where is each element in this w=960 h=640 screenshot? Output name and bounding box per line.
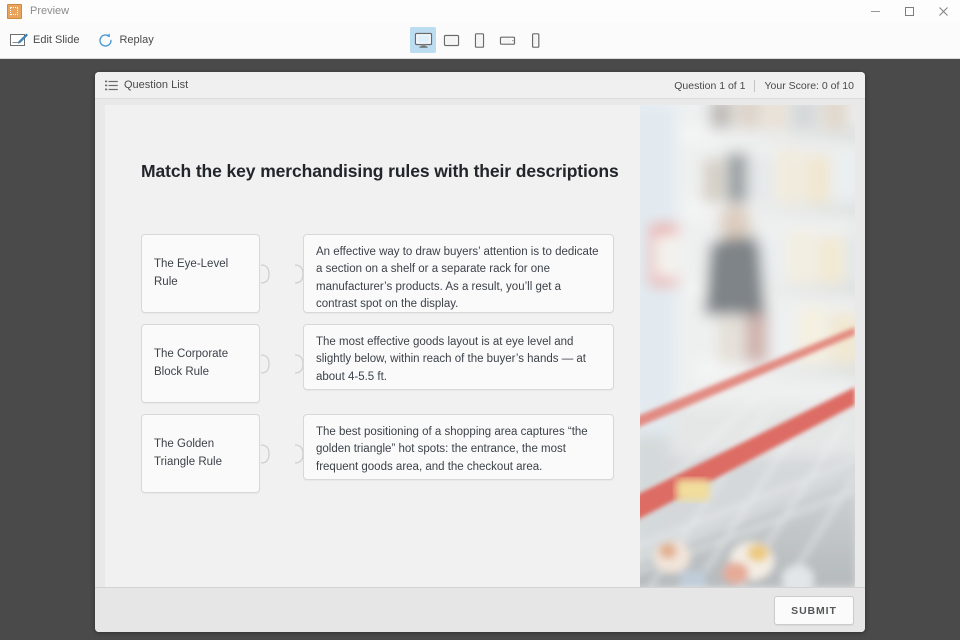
- header-separator: [754, 80, 755, 92]
- preview-stage: Question List Question 1 of 1 Your Score…: [0, 59, 960, 640]
- description-card[interactable]: The most effective goods layout is at ey…: [303, 324, 614, 390]
- term-label: The Corporate Block Rule: [154, 346, 247, 381]
- player-footer: SUBMIT: [95, 587, 865, 632]
- device-tablet-landscape-button[interactable]: [438, 27, 464, 53]
- score-label: Your Score: 0 of 10: [764, 80, 854, 92]
- player-header: Question List Question 1 of 1 Your Score…: [95, 72, 865, 99]
- replay-button[interactable]: Replay: [95, 30, 155, 51]
- page-title: Match the key merchandising rules with t…: [141, 160, 621, 184]
- term-card[interactable]: The Corporate Block Rule: [141, 324, 260, 403]
- puzzle-connector-tab: [260, 351, 276, 377]
- preview-window: Preview Edi: [0, 0, 960, 640]
- term-card[interactable]: The Eye-Level Rule: [141, 234, 260, 313]
- term-card[interactable]: The Golden Triangle Rule: [141, 414, 260, 493]
- player-header-status: Question 1 of 1 Your Score: 0 of 10: [674, 72, 854, 99]
- slide-canvas: Match the key merchandising rules with t…: [105, 105, 855, 587]
- maximize-icon[interactable]: [892, 0, 926, 22]
- window-titlebar: Preview: [0, 0, 960, 23]
- device-phone-landscape-button[interactable]: [494, 27, 520, 53]
- tablet-portrait-icon: [470, 32, 489, 49]
- description-text: An effective way to draw buyers’ attenti…: [316, 244, 601, 313]
- edit-slide-label: Edit Slide: [33, 35, 79, 46]
- toolbar-actions: Edit Slide Replay: [8, 22, 156, 58]
- puzzle-connector-tab: [260, 261, 276, 287]
- question-list-label: Question List: [124, 80, 188, 91]
- tablet-landscape-icon: [442, 32, 461, 49]
- term-label: The Eye-Level Rule: [154, 256, 247, 291]
- device-tablet-portrait-button[interactable]: [466, 27, 492, 53]
- window-title: Preview: [30, 6, 69, 17]
- question-list-button[interactable]: Question List: [105, 80, 188, 91]
- toolbar: Edit Slide Replay: [0, 22, 960, 59]
- replay-label: Replay: [119, 35, 153, 46]
- replay-icon: [97, 32, 114, 49]
- description-card[interactable]: The best positioning of a shopping area …: [303, 414, 614, 480]
- phone-landscape-icon: [498, 32, 517, 49]
- edit-slide-button[interactable]: Edit Slide: [8, 31, 81, 50]
- puzzle-connector-tab: [260, 441, 276, 467]
- device-preview-switcher: [410, 22, 548, 58]
- device-desktop-button[interactable]: [410, 27, 436, 53]
- description-text: The best positioning of a shopping area …: [316, 424, 601, 476]
- list-icon: [105, 80, 118, 91]
- close-icon[interactable]: [926, 0, 960, 22]
- quiz-player: Question List Question 1 of 1 Your Score…: [95, 72, 865, 632]
- description-text: The most effective goods layout is at ey…: [316, 334, 601, 386]
- term-label: The Golden Triangle Rule: [154, 436, 247, 471]
- window-controls: [858, 0, 960, 22]
- question-counter: Question 1 of 1: [674, 80, 745, 92]
- device-phone-portrait-button[interactable]: [522, 27, 548, 53]
- submit-button[interactable]: SUBMIT: [774, 596, 854, 625]
- slide-photo: [640, 105, 855, 587]
- desktop-monitor-icon: [414, 32, 433, 49]
- preview-app-icon: [7, 4, 22, 19]
- minimize-icon[interactable]: [858, 0, 892, 22]
- phone-portrait-icon: [526, 32, 545, 49]
- edit-slide-icon: [10, 33, 28, 48]
- description-card[interactable]: An effective way to draw buyers’ attenti…: [303, 234, 614, 313]
